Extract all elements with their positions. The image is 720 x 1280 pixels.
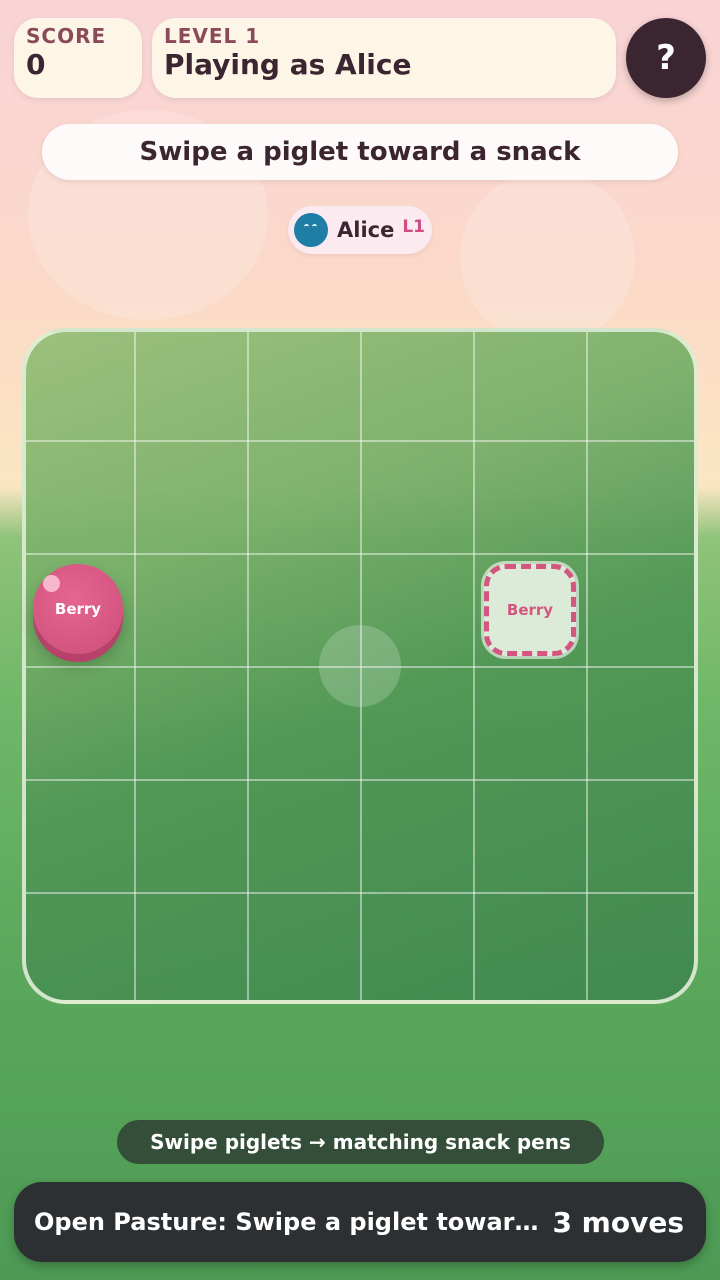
pen-label: Berry [506, 601, 554, 619]
instruction-banner: Swipe a piglet toward a snack [42, 124, 678, 180]
piglet-label: Berry [54, 600, 102, 618]
moves-counter: 3 moves [552, 1205, 684, 1239]
level-label: LEVEL 1 [164, 24, 261, 48]
snack-pen-berry: Berry [484, 564, 576, 656]
player-chip: Alice L1 [288, 206, 432, 254]
board-center-marker [319, 625, 401, 707]
status-bar: Open Pasture: Swipe a piglet toward a sn… [14, 1182, 706, 1262]
score-value: 0 [26, 48, 46, 81]
player-level: L1 [402, 217, 426, 237]
piglet-avatar-icon [294, 213, 328, 247]
grid-line-horizontal [26, 779, 694, 781]
help-button[interactable]: ? [626, 18, 706, 98]
grid-line-horizontal [26, 553, 694, 555]
level-panel: LEVEL 1 Playing as Alice [152, 18, 616, 98]
score-label: SCORE [26, 24, 107, 48]
grid-line-horizontal [26, 892, 694, 894]
score-panel: SCORE 0 [14, 18, 142, 98]
level-objective: Open Pasture: Swipe a piglet toward a sn… [34, 1208, 544, 1236]
piglet-berry[interactable]: Berry [33, 564, 123, 654]
grid-line-horizontal [26, 440, 694, 442]
hint-toast: Swipe piglets → matching snack pens [117, 1120, 604, 1164]
player-status: Playing as Alice [164, 48, 412, 81]
player-name: Alice [337, 218, 395, 242]
background-bubble [460, 170, 635, 345]
piglet-shine [43, 575, 60, 592]
